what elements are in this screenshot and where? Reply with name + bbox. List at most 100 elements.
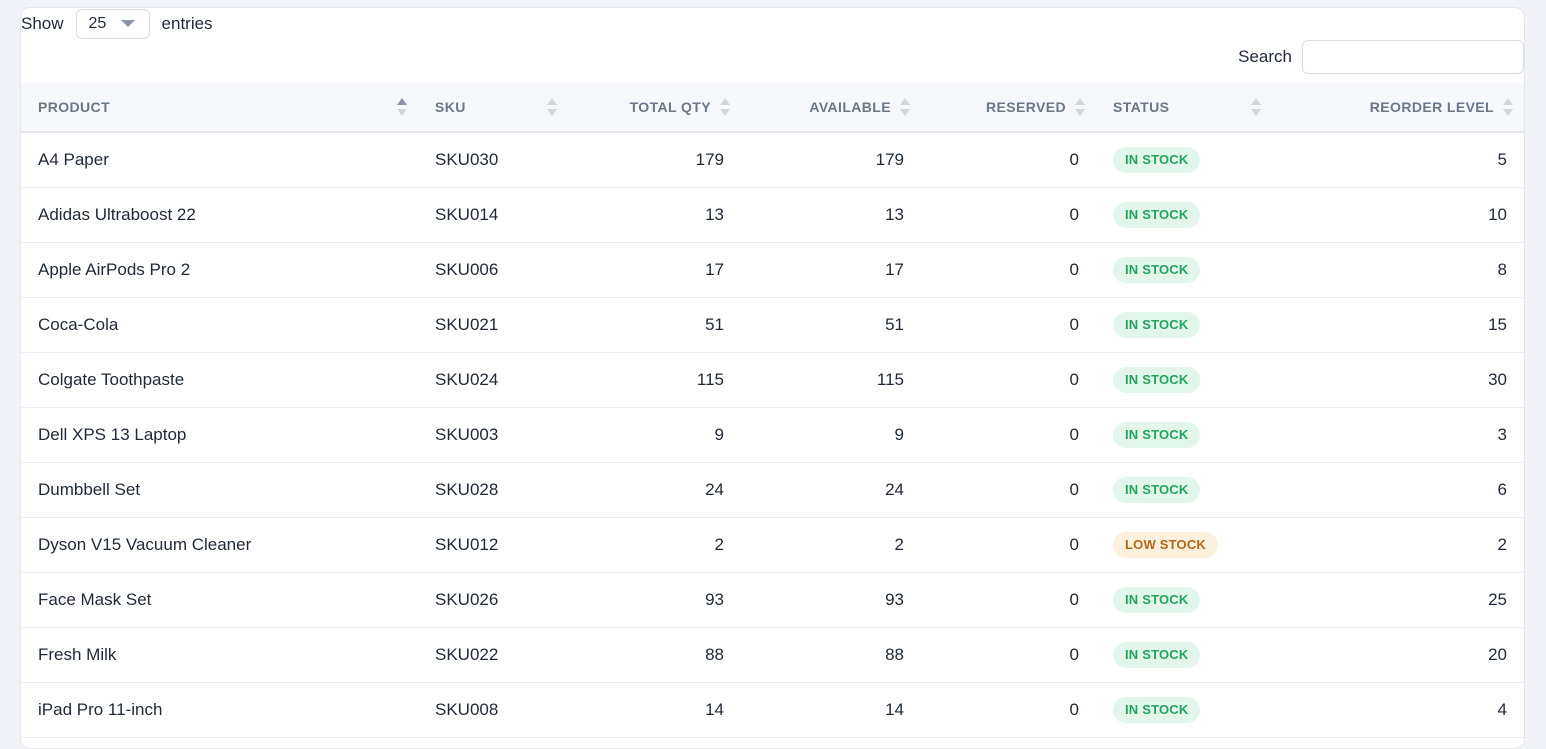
available-cell: 179 (875, 149, 904, 169)
status-cell: IN STOCK (1096, 242, 1272, 297)
available-cell: 24 (885, 479, 904, 499)
reserved-cell: 0 (1069, 534, 1079, 554)
column-header-label: PRODUCT (38, 98, 111, 115)
column-header-sku[interactable]: SKU (418, 82, 568, 133)
reorder-level-cell: 5 (1497, 149, 1507, 169)
status-badge: IN STOCK (1113, 256, 1201, 283)
sku-cell: SKU028 (435, 479, 499, 499)
sku-cell: SKU008 (435, 699, 499, 719)
sku-cell: SKU030 (435, 149, 499, 169)
reserved-cell: 0 (1069, 589, 1079, 609)
product-cell: iPad Pro 11-inch (38, 699, 163, 719)
total-qty-cell: 2 (714, 534, 724, 554)
table-row: Dyson V15 Vacuum Cleaner SKU012 2 2 0 LOW STO… (21, 517, 1524, 572)
status-badge: IN STOCK (1113, 586, 1201, 613)
sku-cell: SKU022 (435, 644, 499, 664)
column-header-product[interactable]: PRODUCT (21, 82, 418, 133)
status-cell: IN STOCK (1096, 627, 1272, 682)
sort-ascending-icon (397, 97, 407, 116)
sort-icon (900, 97, 910, 116)
table-row: A4 Paper SKU030 179 179 0 IN STOCK 5 (21, 132, 1524, 187)
sku-cell: SKU012 (435, 534, 499, 554)
column-header-label: AVAILABLE (809, 98, 891, 115)
table-row: Coca-Cola SKU021 51 51 0 IN STOCK 15 (21, 297, 1524, 352)
sort-icon (1251, 97, 1261, 116)
status-badge: IN STOCK (1113, 311, 1201, 338)
table-row: Face Mask Set SKU026 93 93 0 IN STOCK 25 (21, 572, 1524, 627)
available-cell: 13 (885, 204, 904, 224)
status-badge: LOW STOCK (1113, 531, 1218, 558)
entries-per-page-select[interactable]: 25 (75, 9, 150, 39)
table-row: Adidas Ultraboost 22 SKU014 13 13 0 IN STOCK 1… (21, 187, 1524, 242)
total-qty-cell: 88 (705, 644, 724, 664)
product-cell: Face Mask Set (38, 589, 152, 609)
sort-icon (547, 97, 557, 116)
column-header-status[interactable]: STATUS (1096, 82, 1272, 133)
show-label: Show (21, 14, 64, 33)
product-cell: Adidas Ultraboost 22 (38, 204, 196, 224)
inventory-table: PRODUCT SKU TOTAL QTY AVAILABLE RESERVED (21, 82, 1524, 738)
table-row: Colgate Toothpaste SKU024 115 115 0 IN STOCK 3… (21, 352, 1524, 407)
reserved-cell: 0 (1069, 369, 1079, 389)
status-cell: IN STOCK (1096, 407, 1272, 462)
reorder-level-cell: 6 (1497, 479, 1507, 499)
status-cell: IN STOCK (1096, 352, 1272, 407)
column-header-label: TOTAL QTY (629, 98, 711, 115)
search-label: Search (1238, 47, 1292, 66)
status-cell: IN STOCK (1096, 462, 1272, 517)
available-cell: 2 (894, 534, 904, 554)
column-header-reorder-level[interactable]: REORDER LEVEL (1272, 82, 1524, 133)
reorder-level-cell: 2 (1497, 534, 1507, 554)
status-cell: IN STOCK (1096, 132, 1272, 187)
available-cell: 17 (885, 259, 904, 279)
total-qty-cell: 93 (705, 589, 724, 609)
search-box: Search (1238, 40, 1524, 74)
total-qty-cell: 9 (714, 424, 724, 444)
column-header-available[interactable]: AVAILABLE (741, 82, 921, 133)
status-badge: IN STOCK (1113, 476, 1201, 503)
reorder-level-cell: 15 (1488, 314, 1507, 334)
table-row: Fresh Milk SKU022 88 88 0 IN STOCK 20 (21, 627, 1524, 682)
available-cell: 93 (885, 589, 904, 609)
reserved-cell: 0 (1069, 259, 1079, 279)
reserved-cell: 0 (1069, 149, 1079, 169)
column-header-label: REORDER LEVEL (1369, 98, 1494, 115)
status-badge: IN STOCK (1113, 641, 1201, 668)
table-row: Dumbbell Set SKU028 24 24 0 IN STOCK 6 (21, 462, 1524, 517)
reserved-cell: 0 (1069, 644, 1079, 664)
table-row: Apple AirPods Pro 2 SKU006 17 17 0 IN STOCK 8 (21, 242, 1524, 297)
column-header-label: SKU (435, 98, 466, 115)
reorder-level-cell: 4 (1497, 699, 1507, 719)
product-cell: Dell XPS 13 Laptop (38, 424, 187, 444)
status-badge: IN STOCK (1113, 146, 1201, 173)
length-menu: Show 25 entries (21, 8, 213, 40)
table-header-row: PRODUCT SKU TOTAL QTY AVAILABLE RESERVED (21, 82, 1524, 133)
total-qty-cell: 51 (705, 314, 724, 334)
entries-per-page-value: 25 (88, 15, 107, 32)
reorder-level-cell: 25 (1488, 589, 1507, 609)
total-qty-cell: 179 (695, 149, 724, 169)
reorder-level-cell: 3 (1497, 424, 1507, 444)
sku-cell: SKU003 (435, 424, 499, 444)
sku-cell: SKU021 (435, 314, 499, 334)
sort-icon (1503, 97, 1513, 116)
table-body: A4 Paper SKU030 179 179 0 IN STOCK 5 Adidas Ult… (21, 132, 1524, 737)
reserved-cell: 0 (1069, 699, 1079, 719)
available-cell: 115 (876, 369, 904, 389)
column-header-total-qty[interactable]: TOTAL QTY (568, 82, 741, 133)
column-header-reserved[interactable]: RESERVED (921, 82, 1096, 133)
total-qty-cell: 17 (705, 259, 724, 279)
product-cell: Apple AirPods Pro 2 (38, 259, 191, 279)
reserved-cell: 0 (1069, 314, 1079, 334)
available-cell: 51 (885, 314, 904, 334)
status-cell: IN STOCK (1096, 572, 1272, 627)
total-qty-cell: 13 (705, 204, 724, 224)
product-cell: Dyson V15 Vacuum Cleaner (38, 534, 252, 554)
column-header-label: STATUS (1113, 98, 1170, 115)
sku-cell: SKU024 (435, 369, 499, 389)
search-input[interactable] (1302, 40, 1524, 74)
status-cell: LOW STOCK (1096, 517, 1272, 572)
reorder-level-cell: 8 (1497, 259, 1507, 279)
status-cell: IN STOCK (1096, 682, 1272, 737)
table-row: Dell XPS 13 Laptop SKU003 9 9 0 IN STOCK 3 (21, 407, 1524, 462)
